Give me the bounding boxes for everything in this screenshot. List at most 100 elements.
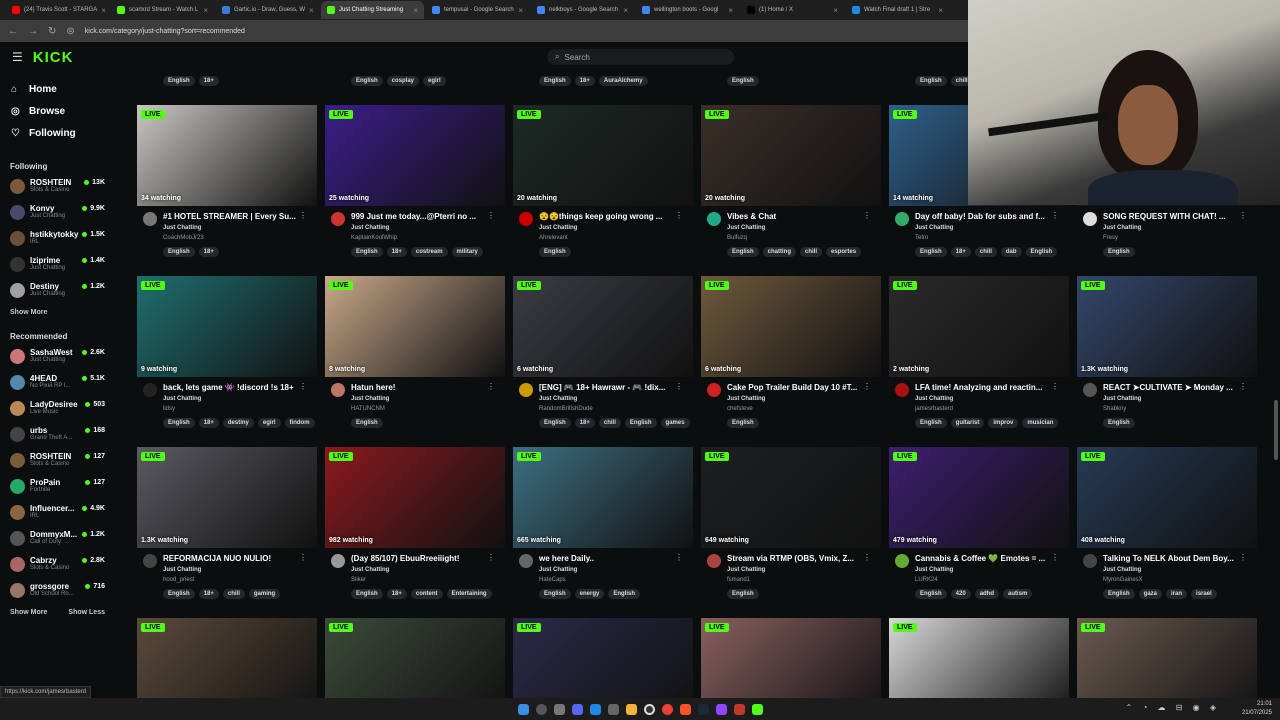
tag-pill[interactable]: esportes <box>826 247 862 257</box>
more-options-icon[interactable]: ⋮ <box>487 382 495 391</box>
close-tab-icon[interactable]: × <box>938 6 943 15</box>
tag-pill[interactable]: English <box>539 247 571 257</box>
stream-thumbnail[interactable]: LIVE 25 watching <box>325 105 505 206</box>
app-icon[interactable] <box>733 703 745 715</box>
stream-thumbnail[interactable]: LIVE 665 watching <box>513 447 693 548</box>
stream-thumbnail[interactable]: LIVE 982 watching <box>325 447 505 548</box>
browser-tab[interactable]: wellington boots - Googl × <box>636 1 739 19</box>
discord-icon[interactable] <box>571 703 583 715</box>
stream-title[interactable]: we here Daily.. <box>539 554 685 563</box>
tag-pill[interactable]: chill <box>598 418 621 428</box>
close-tab-icon[interactable]: × <box>101 6 106 15</box>
system-tray[interactable]: ⌃ ◔ ☁ ⊟ ◉ ◈ <box>1126 703 1220 712</box>
tag-pill[interactable]: egirl <box>423 76 446 86</box>
streamer-name[interactable]: hood_priest <box>163 577 194 583</box>
streamer-name[interactable]: chefsteve <box>727 406 753 412</box>
tag-pill[interactable]: English <box>608 589 641 599</box>
browser-tab[interactable]: (24) Travis Scott - STARGA × <box>6 1 109 19</box>
stream-card[interactable]: LIVE 982 watching (Day 85/107) EbuuRreeiii… <box>325 447 505 610</box>
tag-pill[interactable]: games <box>660 418 690 428</box>
streamer-name[interactable]: RandomBritishDude <box>539 406 593 412</box>
stream-thumbnail[interactable]: LIVE 8 watching <box>325 276 505 377</box>
sidebar-channel[interactable]: 4HEAD No Pixel RP I... 5.1K <box>0 370 120 396</box>
streamer-name[interactable]: CoachMobJr23 <box>163 235 204 241</box>
stream-category[interactable]: Just Chatting <box>351 567 389 573</box>
streamer-name[interactable]: fsmand1 <box>727 577 750 583</box>
stream-card[interactable]: LIVE 1.3K watching REACT ➤CULTIVATE ➤ Mond… <box>1077 276 1257 439</box>
stream-card[interactable]: LIVE 649 watching Stream via RTMP (OBS, Vm… <box>701 447 881 610</box>
more-options-icon[interactable]: ⋮ <box>1239 553 1247 562</box>
stream-thumbnail[interactable]: LIVE 649 watching <box>701 447 881 548</box>
sidebar-channel[interactable]: Influencer... IRL 4.9K <box>0 500 120 526</box>
more-options-icon[interactable]: ⋮ <box>299 211 307 220</box>
close-tab-icon[interactable]: × <box>203 6 208 15</box>
sidebar-channel[interactable]: Konvy Just Chatting 9.9K <box>0 200 120 226</box>
stream-title[interactable]: Cake Pop Trailer Build Day 10 #T... <box>727 383 873 392</box>
stream-title[interactable]: #1 HOTEL STREAMER | Every Su... <box>163 212 309 221</box>
streamer-name[interactable]: jamesrbasterd <box>915 406 953 412</box>
stream-category[interactable]: Just Chatting <box>915 567 953 573</box>
tag-pill[interactable]: 18+ <box>386 589 407 599</box>
tag-pill[interactable]: content <box>410 589 443 599</box>
steam-icon[interactable] <box>697 703 709 715</box>
stream-category[interactable]: Just Chatting <box>1103 225 1141 231</box>
more-options-icon[interactable]: ⋮ <box>863 211 871 220</box>
stream-thumbnail[interactable]: LIVE 34 watching <box>137 105 317 206</box>
stream-card[interactable]: LIVE 2 watching LFA time! Analyzing and re… <box>889 276 1069 439</box>
streamer-avatar[interactable] <box>895 212 909 226</box>
stream-category[interactable]: Just Chatting <box>915 396 953 402</box>
close-tab-icon[interactable]: × <box>833 6 838 15</box>
kick-logo[interactable]: KICK <box>33 49 74 66</box>
tag-pill[interactable]: adhd <box>974 589 1000 599</box>
stream-card[interactable]: LIVE 20 watching 😵😵things keep going wrong… <box>513 105 693 268</box>
stream-thumbnail[interactable]: LIVE 408 watching <box>1077 447 1257 548</box>
more-options-icon[interactable]: ⋮ <box>299 382 307 391</box>
streamer-avatar[interactable] <box>143 554 157 568</box>
streamer-name[interactable]: Tetro <box>915 235 928 241</box>
browser-tab[interactable]: (1) Home / X × <box>741 1 844 19</box>
sidebar-channel[interactable]: hstikkytokky IRL 1.5K <box>0 226 120 252</box>
tag-pill[interactable]: English <box>915 76 947 86</box>
more-options-icon[interactable]: ⋮ <box>1051 553 1059 562</box>
streamer-avatar[interactable] <box>895 383 909 397</box>
obs-icon[interactable] <box>643 703 655 715</box>
tag-pill[interactable]: English <box>1025 247 1058 257</box>
tag-pill[interactable]: English <box>351 76 383 86</box>
tag-pill[interactable]: costream <box>410 247 448 257</box>
task-view-icon[interactable] <box>553 703 565 715</box>
tag-pill[interactable]: English <box>539 418 571 428</box>
tag-pill[interactable]: English <box>351 418 383 428</box>
sidebar-channel[interactable]: Destiny Just Chatting 1.2K <box>0 278 120 304</box>
tag-pill[interactable]: cosplay <box>386 76 420 86</box>
tag-pill[interactable]: English <box>539 76 571 86</box>
more-options-icon[interactable]: ⋮ <box>1051 382 1059 391</box>
tag-pill[interactable]: chatting <box>762 247 797 257</box>
streamer-avatar[interactable] <box>707 554 721 568</box>
stream-category[interactable]: Just Chatting <box>727 225 765 231</box>
stream-category[interactable]: Just Chatting <box>539 567 577 573</box>
browser-tab[interactable]: tempusai - Google Search × <box>426 1 529 19</box>
stream-category[interactable]: Just Chatting <box>163 396 201 402</box>
brave-icon[interactable] <box>679 703 691 715</box>
app-icon[interactable] <box>751 703 763 715</box>
sidebar-channel[interactable]: ROSHTEIN Slots & Casino 13K <box>0 174 120 200</box>
streamer-avatar[interactable] <box>1083 383 1097 397</box>
tag-pill[interactable]: English <box>163 247 195 257</box>
stream-thumbnail[interactable]: LIVE 6 watching <box>513 276 693 377</box>
streamer-avatar[interactable] <box>331 383 345 397</box>
stream-category[interactable]: Just Chatting <box>1103 567 1141 573</box>
tag-pill[interactable]: English <box>163 589 195 599</box>
streamer-avatar[interactable] <box>519 212 533 226</box>
tag-pill[interactable]: destiny <box>222 418 254 428</box>
streamer-avatar[interactable] <box>707 212 721 226</box>
stream-title[interactable]: [ENG] 🎮 18+ Hawrawr - 🎮 !dix... <box>539 383 685 392</box>
browser-tab[interactable]: nelkboys - Google Search × <box>531 1 634 19</box>
streamer-name[interactable]: LURK24 <box>915 577 938 583</box>
tag-pill[interactable]: guitarist <box>950 418 985 428</box>
tag-pill[interactable]: findom <box>284 418 315 428</box>
streamer-name[interactable]: lidsy <box>163 406 175 412</box>
close-tab-icon[interactable]: × <box>623 6 628 15</box>
more-options-icon[interactable]: ⋮ <box>675 553 683 562</box>
stream-card[interactable]: LIVE 479 watching Cannabis & Coffee 💚 Emot… <box>889 447 1069 610</box>
tag-pill[interactable]: 420 <box>950 589 971 599</box>
